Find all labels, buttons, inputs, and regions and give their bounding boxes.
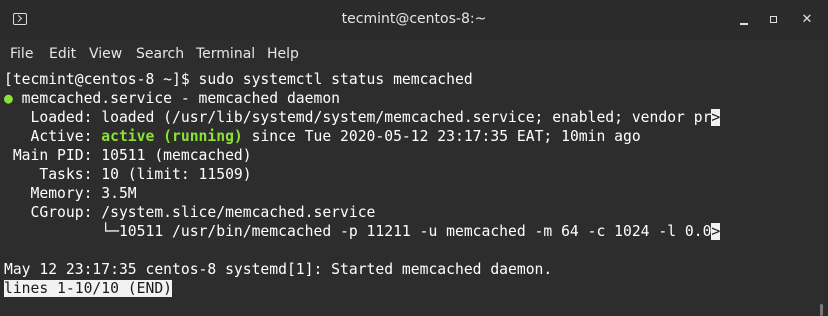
minimize-button[interactable] <box>734 10 754 30</box>
cgroup-child-text: └─10511 /usr/bin/memcached -p 11211 -u m… <box>4 223 712 240</box>
memory-line: Memory: 3.5M <box>4 185 137 202</box>
service-line: ● memcached.service - memcached daemon <box>4 89 340 108</box>
maximize-icon <box>770 16 777 23</box>
loaded-line: Loaded: loaded (/usr/lib/systemd/system/… <box>4 108 721 127</box>
active-label: Active: <box>4 128 102 145</box>
window-title: tecmint@centos-8:~ <box>341 11 487 27</box>
status-dot-icon: ● <box>4 90 13 107</box>
menu-view[interactable]: View <box>89 46 122 62</box>
title-bar[interactable]: tecmint@centos-8:~ ✕ <box>0 0 828 40</box>
scrollbar[interactable] <box>815 68 828 316</box>
prompt-line: [tecmint@centos-8 ~]$ sudo systemctl sta… <box>4 71 473 88</box>
scroll-thumb[interactable] <box>820 304 823 316</box>
cgroup-child-line: └─10511 /usr/bin/memcached -p 11211 -u m… <box>4 222 721 241</box>
menu-terminal[interactable]: Terminal <box>196 46 255 62</box>
loaded-text: Loaded: loaded (/usr/lib/systemd/system/… <box>4 109 712 126</box>
menu-search[interactable]: Search <box>136 46 184 62</box>
overflow-marker: > <box>711 109 721 126</box>
terminal-output[interactable]: [tecmint@centos-8 ~]$ sudo systemctl sta… <box>0 68 815 316</box>
close-icon: ✕ <box>801 12 813 27</box>
log-line: May 12 23:17:35 centos-8 systemd[1]: Sta… <box>4 261 553 278</box>
menu-edit[interactable]: Edit <box>49 46 76 62</box>
main-pid-line: Main PID: 10511 (memcached) <box>4 147 252 164</box>
active-line: Active: active (running) since Tue 2020-… <box>4 127 641 146</box>
menu-help[interactable]: Help <box>267 46 299 62</box>
menu-bar: File Edit View Search Terminal Help <box>0 40 828 69</box>
service-name: memcached.service - memcached daemon <box>12 90 341 107</box>
active-state: active (running) <box>101 128 243 145</box>
tasks-line: Tasks: 10 (limit: 11509) <box>4 166 252 183</box>
menu-file[interactable]: File <box>10 46 33 62</box>
minimize-icon <box>740 23 748 25</box>
maximize-button[interactable] <box>764 10 784 30</box>
active-since: since Tue 2020-05-12 23:17:35 EAT; 10min… <box>242 128 641 145</box>
cgroup-line: CGroup: /system.slice/memcached.service <box>4 204 376 221</box>
close-button[interactable]: ✕ <box>797 10 817 30</box>
overflow-marker-2: > <box>711 223 721 240</box>
terminal-window: tecmint@centos-8:~ ✕ File Edit View Sear… <box>0 0 828 316</box>
pager-status-text: lines 1-10/10 (END) <box>4 280 173 297</box>
pager-status: lines 1-10/10 (END) <box>4 279 173 298</box>
